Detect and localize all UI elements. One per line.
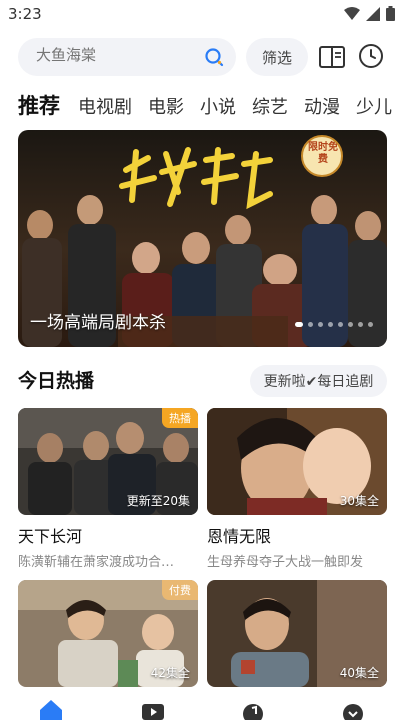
featured-banner[interactable]: 限时免费 一场高端局剧本杀 — [18, 130, 387, 347]
music-icon[interactable] — [240, 698, 266, 720]
banner-caption: 一场高端局剧本杀 — [30, 313, 166, 333]
category-tabs: 推荐 电视剧 电影 小说 综艺 动漫 少儿 — [18, 90, 405, 124]
card-description: 生母养母夺子大战一触即发 — [207, 555, 364, 570]
video-card[interactable]: 30集全 恩情无限 生母养母夺子大战一触即发 — [207, 408, 387, 570]
video-card[interactable]: 付费 42集全 — [18, 580, 198, 687]
status-time: 3:23 — [8, 5, 42, 23]
tab-variety[interactable]: 综艺 — [252, 93, 288, 119]
status-icons — [344, 6, 395, 21]
status-bar: 3:23 — [0, 0, 405, 28]
tab-tv[interactable]: 电视剧 — [78, 93, 132, 119]
filter-button[interactable]: 筛选 — [246, 38, 308, 76]
video-thumbnail[interactable]: 热播 更新至20集 — [18, 408, 198, 515]
episode-count: 更新至20集 — [126, 494, 190, 508]
paid-badge: 付费 — [162, 580, 198, 600]
tab-movie[interactable]: 电影 — [148, 93, 184, 119]
episode-count: 40集全 — [339, 666, 379, 680]
tab-recommend[interactable]: 推荐 — [18, 90, 60, 120]
daily-update-button[interactable]: 更新啦✔每日追剧 — [250, 365, 387, 397]
profile-icon[interactable] — [340, 698, 366, 720]
home-icon[interactable] — [38, 698, 64, 720]
signal-icon — [366, 6, 380, 21]
episode-count: 42集全 — [150, 666, 190, 680]
history-clock-icon[interactable] — [357, 42, 385, 70]
card-title[interactable]: 恩情无限 — [207, 523, 387, 547]
top-bar: 筛选 — [0, 38, 405, 78]
video-icon[interactable] — [140, 698, 166, 720]
battery-icon — [386, 6, 395, 21]
video-card[interactable]: 40集全 — [207, 580, 387, 687]
tab-kids[interactable]: 少儿 — [356, 93, 392, 119]
video-card[interactable]: 热播 更新至20集 天下长河 陈潢靳辅在萧家渡成功合… — [18, 408, 198, 570]
video-thumbnail[interactable]: 付费 42集全 — [18, 580, 198, 687]
banner-pagination — [295, 322, 373, 327]
hot-badge: 热播 — [162, 408, 198, 428]
wifi-icon — [344, 6, 360, 20]
tab-anime[interactable]: 动漫 — [304, 93, 340, 119]
banner-badge: 限时免费 — [308, 142, 338, 165]
search-input[interactable] — [36, 47, 196, 64]
search-box[interactable] — [18, 38, 236, 76]
card-title[interactable]: 天下长河 — [18, 523, 198, 547]
video-thumbnail[interactable]: 30集全 — [207, 408, 387, 515]
video-thumbnail[interactable]: 40集全 — [207, 580, 387, 687]
tab-novel[interactable]: 小说 — [200, 93, 236, 119]
card-description: 陈潢靳辅在萧家渡成功合… — [18, 555, 175, 570]
section-title: 今日热播 — [18, 370, 95, 392]
episode-count: 30集全 — [339, 494, 379, 508]
search-icon[interactable] — [204, 47, 224, 67]
bottom-nav — [0, 690, 405, 720]
book-icon[interactable] — [318, 44, 346, 70]
